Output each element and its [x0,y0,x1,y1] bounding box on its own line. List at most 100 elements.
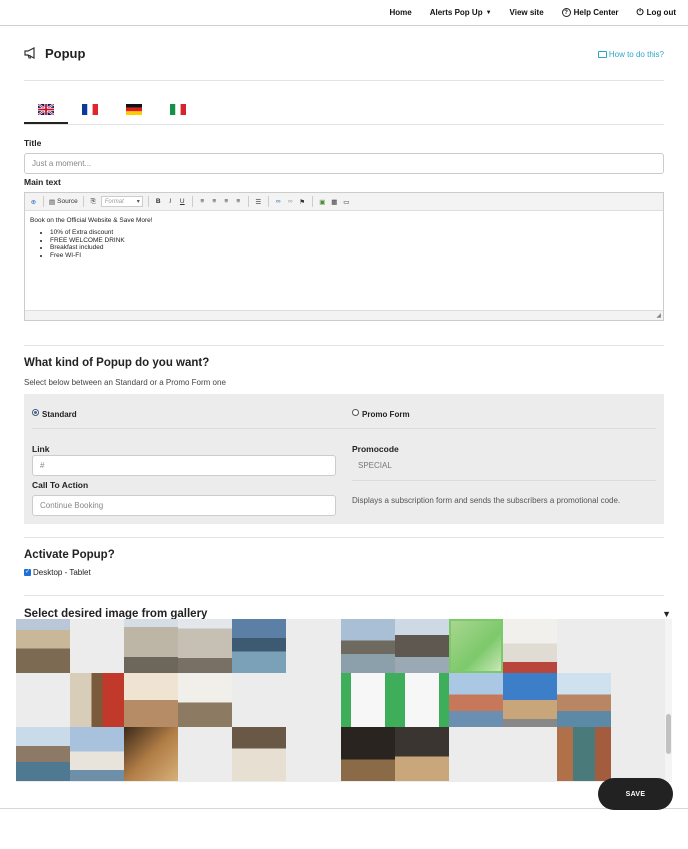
anchor-flag-icon[interactable]: ⚑ [298,197,307,206]
promo-description: Displays a subscription form and sends t… [352,496,621,505]
toolbar-separator [191,196,193,207]
promo-divider [352,480,656,481]
gallery-image[interactable] [178,619,232,673]
gallery-scrollbar-thumb[interactable] [666,714,671,754]
bullet-list-icon[interactable]: ☰ [254,197,263,206]
editor-body[interactable]: Book on the Official Website & Save More… [25,211,663,310]
top-navigation: Home Alerts Pop Up ▼ View site ? Help Cent… [0,0,688,26]
image-gallery [16,619,672,782]
paste-icon[interactable]: ⎘ [89,197,98,206]
tab-language-fr[interactable] [68,100,112,124]
page-header: Popup How to do this? [24,26,664,81]
standard-option[interactable]: Standard [32,404,77,422]
gallery-image[interactable] [557,727,611,781]
rich-text-editor: ⊕ ▤Source ⎘ Format B I U ≡ ≡ ≡ ≡ ☰ ∞ ∞ [24,192,664,321]
resize-grip-icon[interactable]: ◢ [656,312,661,319]
gallery-image[interactable] [178,673,232,727]
gallery-image[interactable] [16,619,70,673]
link-icon[interactable]: ∞ [274,197,283,206]
gallery-image[interactable] [395,619,449,673]
editor-statusbar: ◢ [25,310,663,320]
promo-option[interactable]: Promo Form [352,404,410,422]
standard-fields: Link # Call To Action Continue Booking [32,444,336,516]
main-text-group: Main text ⊕ ▤Source ⎘ Format B I U ≡ ≡ ≡… [24,177,664,321]
gallery-image[interactable] [395,673,449,727]
fr-flag-icon [82,104,98,115]
gallery-image[interactable] [557,673,611,727]
promo-fields: Promocode SPECIAL Displays a subscriptio… [352,444,656,505]
standard-radio[interactable] [32,409,39,417]
table-icon[interactable]: ▦ [330,197,339,206]
gallery-image[interactable] [124,727,178,781]
nav-logout[interactable]: ⏻ Log out [637,7,676,18]
cta-label: Call To Action [32,480,89,490]
tab-language-it[interactable] [156,100,200,124]
horizontal-line-icon[interactable]: ▭ [342,197,351,206]
gallery-image[interactable] [395,727,449,781]
title-label: Title [24,138,42,148]
promo-radio[interactable] [352,409,359,417]
page-title: Popup [45,45,86,61]
save-button[interactable]: SAVE [598,778,673,810]
tab-language-en[interactable] [24,100,68,124]
italic-icon[interactable]: I [166,197,175,206]
standard-label: Standard [42,410,77,419]
gallery-image[interactable] [124,673,178,727]
maximize-icon[interactable]: ⊕ [29,197,38,206]
promocode-label: Promocode [352,444,399,454]
align-center-icon[interactable]: ≡ [210,197,219,206]
power-icon: ⏻ [636,7,644,17]
nav-logout-label: Log out [646,8,676,17]
gallery-image[interactable] [70,673,124,727]
image-icon[interactable]: ▣ [318,197,327,206]
gallery-image[interactable] [503,673,557,727]
section-divider [24,537,664,538]
source-label: Source [57,198,78,205]
desktop-tablet-checkbox[interactable]: ✓ [24,569,31,577]
gallery-image[interactable] [341,727,395,781]
list-item: FREE WELCOME DRINK [50,237,658,245]
nav-home[interactable]: Home [389,8,411,17]
megaphone-icon [24,47,35,59]
gallery-image[interactable] [341,673,395,727]
gallery-image[interactable] [341,619,395,673]
align-justify-icon[interactable]: ≡ [234,197,243,206]
gallery-image[interactable] [232,727,286,781]
align-left-icon[interactable]: ≡ [198,197,207,206]
title-input[interactable]: Just a moment... [24,153,664,174]
underline-icon[interactable]: U [178,197,187,206]
activate-section: Activate Popup? ✓ Desktop - Tablet [24,549,664,577]
nav-help-center[interactable]: ? Help Center [561,8,619,17]
help-icon: ? [561,8,571,17]
editor-toolbar: ⊕ ▤Source ⎘ Format B I U ≡ ≡ ≡ ≡ ☰ ∞ ∞ [25,193,663,211]
nav-alerts-popup[interactable]: Alerts Pop Up ▼ [430,8,492,17]
tab-language-de[interactable] [112,100,156,124]
cta-input[interactable]: Continue Booking [32,495,336,516]
source-icon: ▤ [49,198,56,206]
how-to-link[interactable]: How to do this? [597,50,664,59]
gallery-image[interactable] [449,673,503,727]
align-right-icon[interactable]: ≡ [222,197,231,206]
nav-view-site[interactable]: View site [510,8,544,17]
link-input[interactable]: # [32,455,336,476]
toolbar-separator [43,196,44,207]
source-button[interactable]: ▤ Source [49,198,78,206]
section-divider [24,345,664,346]
gallery-image[interactable] [503,619,557,673]
title-group: Title Just a moment... [24,138,664,174]
format-dropdown[interactable]: Format [100,196,143,207]
unlink-icon[interactable]: ∞ [286,197,295,206]
section-divider [24,595,664,596]
gallery-image-selected[interactable] [449,619,503,673]
gallery-image[interactable] [124,619,178,673]
nav-alerts-label: Alerts Pop Up [429,8,483,17]
gallery-image[interactable] [16,727,70,781]
bold-icon[interactable]: B [154,197,163,206]
gallery-scrollbar[interactable] [665,619,672,782]
desktop-tablet-option[interactable]: ✓ Desktop - Tablet [24,568,664,577]
gallery-image[interactable] [70,727,124,781]
how-to-label: How to do this? [608,50,664,59]
gallery-image[interactable] [232,619,286,673]
filter-icon[interactable]: ▼ [662,609,671,619]
popup-kind-title: What kind of Popup do you want? [24,357,210,369]
